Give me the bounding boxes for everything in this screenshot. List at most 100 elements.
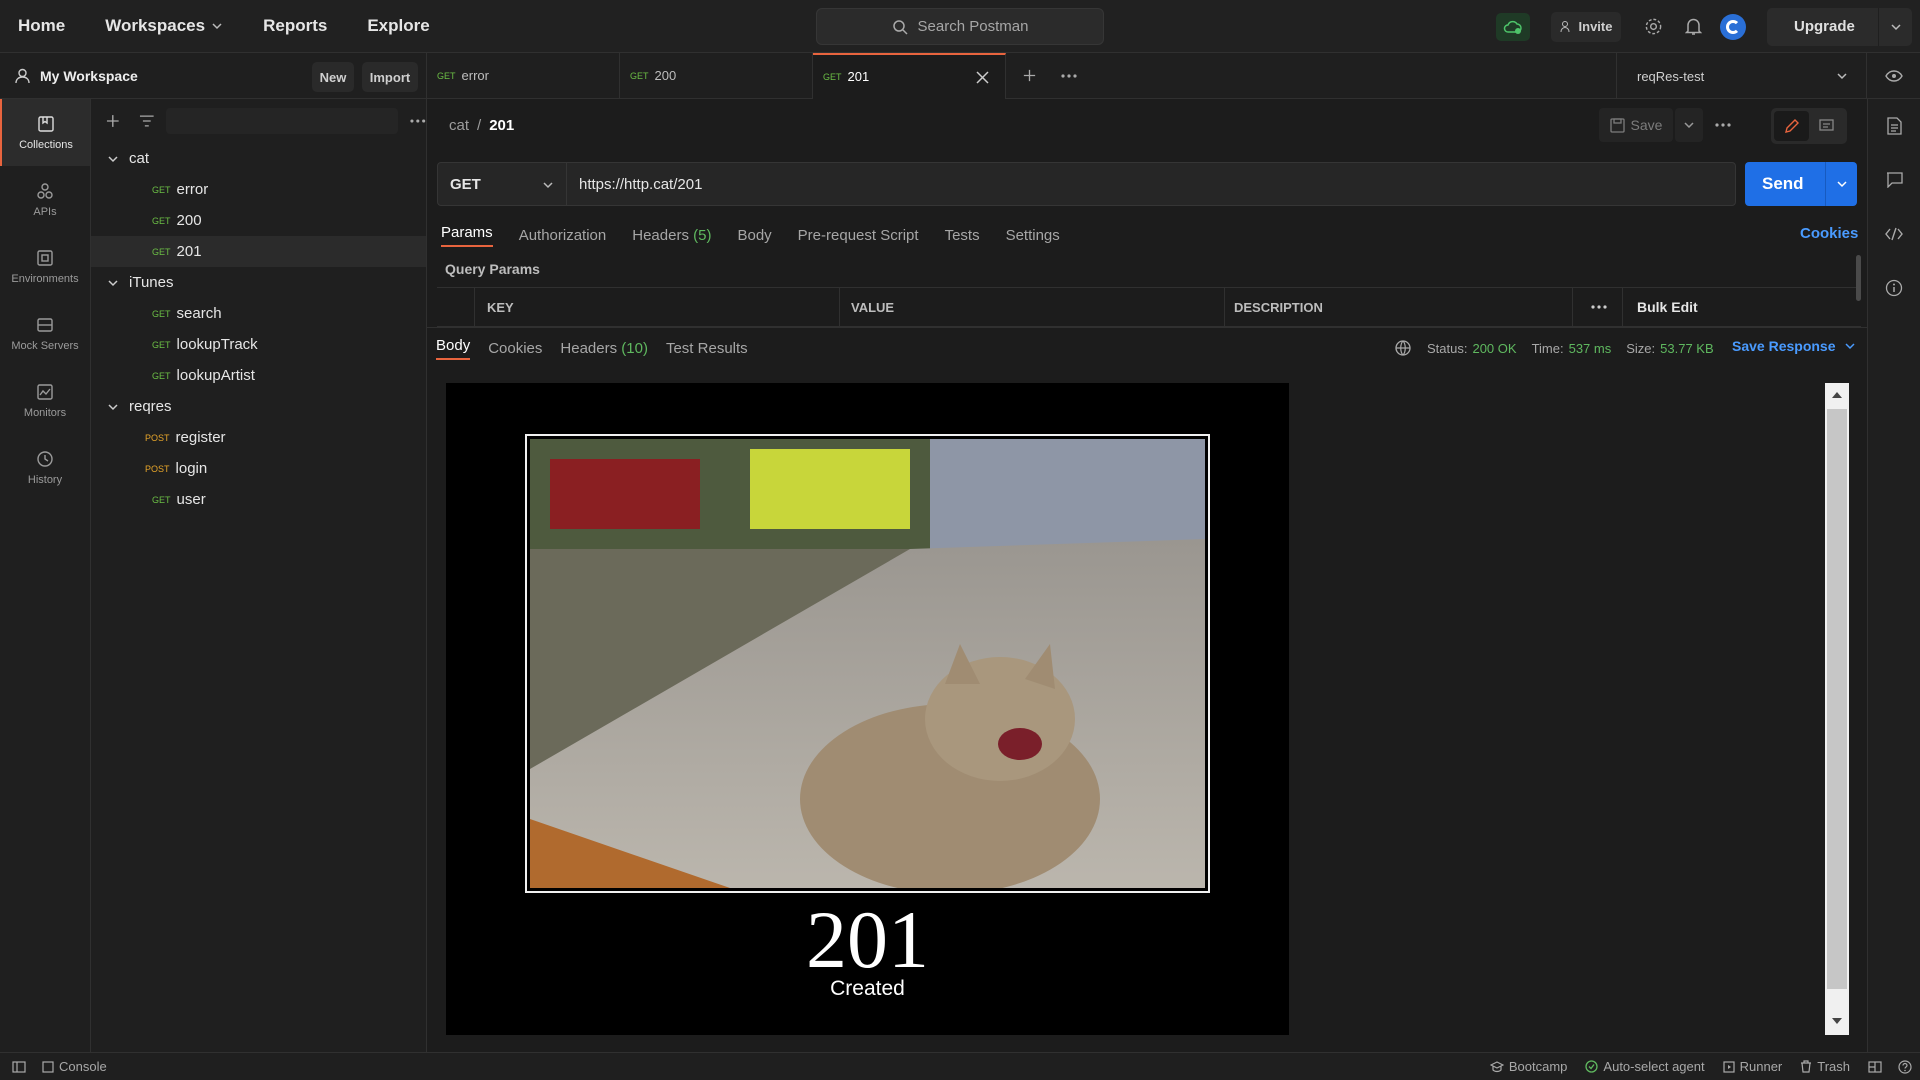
import-button[interactable]: Import bbox=[362, 62, 418, 92]
send-button[interactable]: Send bbox=[1745, 162, 1857, 206]
workspace-name[interactable]: My Workspace bbox=[40, 68, 138, 84]
collection-folder[interactable]: reqres bbox=[91, 391, 426, 422]
request-item[interactable]: GET search bbox=[91, 298, 426, 329]
workspaces-menu[interactable]: Workspaces bbox=[105, 16, 223, 36]
tab-headers[interactable]: Headers (5) bbox=[632, 227, 711, 244]
sync-status-button[interactable] bbox=[1493, 7, 1533, 47]
request-item[interactable]: GET user bbox=[91, 484, 426, 515]
view-toggle bbox=[1771, 108, 1847, 144]
response-tab-cookies[interactable]: Cookies bbox=[488, 340, 542, 357]
search-postman-input[interactable]: Search Postman bbox=[816, 8, 1104, 45]
layout-icon[interactable] bbox=[1868, 1060, 1882, 1073]
sidebar-item-monitors[interactable]: Monitors bbox=[0, 367, 90, 434]
status-value[interactable]: 200 OK bbox=[1472, 341, 1516, 356]
console-button[interactable]: Console bbox=[42, 1059, 107, 1074]
request-item[interactable]: GET lookupArtist bbox=[91, 360, 426, 391]
tab-body[interactable]: Body bbox=[737, 227, 771, 244]
new-button[interactable]: New bbox=[312, 62, 354, 92]
response-image: 201 Created bbox=[446, 383, 1289, 1035]
upgrade-button[interactable]: Upgrade bbox=[1767, 7, 1912, 46]
request-name: register bbox=[175, 429, 226, 446]
more-options-icon[interactable] bbox=[1061, 73, 1077, 78]
edit-mode-button[interactable] bbox=[1774, 111, 1809, 141]
comments-button[interactable] bbox=[1868, 153, 1920, 207]
sidebar-item-history[interactable]: History bbox=[0, 434, 90, 501]
invite-button[interactable]: Invite bbox=[1551, 11, 1621, 42]
collection-folder[interactable]: cat bbox=[91, 143, 426, 174]
plus-icon[interactable] bbox=[105, 113, 121, 129]
sidebar-item-mock-servers[interactable]: Mock Servers bbox=[0, 300, 90, 367]
trash-button[interactable]: Trash bbox=[1800, 1059, 1850, 1074]
request-item[interactable]: GET lookupTrack bbox=[91, 329, 426, 360]
avatar-button[interactable] bbox=[1713, 7, 1753, 47]
history-icon bbox=[37, 450, 53, 467]
runner-button[interactable]: Runner bbox=[1723, 1059, 1782, 1074]
environment-quick-look-button[interactable] bbox=[1866, 53, 1920, 99]
tab-tests[interactable]: Tests bbox=[945, 227, 980, 244]
bootcamp-button[interactable]: Bootcamp bbox=[1489, 1059, 1567, 1074]
code-snippet-button[interactable] bbox=[1868, 207, 1920, 261]
bulk-edit-button[interactable]: Bulk Edit bbox=[1637, 299, 1698, 315]
more-options-icon[interactable] bbox=[1715, 123, 1731, 127]
tab-settings[interactable]: Settings bbox=[1006, 227, 1060, 244]
settings-button[interactable] bbox=[1633, 7, 1673, 47]
breadcrumb-collection[interactable]: cat bbox=[449, 117, 469, 134]
explore-link[interactable]: Explore bbox=[367, 16, 429, 36]
toggle-sidebar-icon[interactable] bbox=[12, 1060, 26, 1073]
send-dropdown[interactable] bbox=[1825, 162, 1857, 206]
request-item[interactable]: POST login bbox=[91, 453, 426, 484]
globe-icon[interactable] bbox=[1394, 339, 1412, 357]
plus-icon[interactable] bbox=[1022, 68, 1037, 83]
collection-folder[interactable]: iTunes bbox=[91, 267, 426, 298]
notifications-button[interactable] bbox=[1673, 7, 1713, 47]
sidebar-item-collections[interactable]: Collections bbox=[0, 99, 90, 166]
more-options-icon[interactable] bbox=[1591, 305, 1607, 309]
request-item-selected[interactable]: GET 201 bbox=[91, 236, 426, 267]
breadcrumb-request[interactable]: 201 bbox=[489, 117, 514, 134]
auto-select-agent-button[interactable]: Auto-select agent bbox=[1585, 1059, 1705, 1074]
scroll-down-icon[interactable] bbox=[1831, 1017, 1843, 1025]
agent-label: Auto-select agent bbox=[1603, 1059, 1705, 1074]
tab-pre-request-script[interactable]: Pre-request Script bbox=[798, 227, 919, 244]
time-value[interactable]: 537 ms bbox=[1569, 341, 1612, 356]
request-tab[interactable]: GET error bbox=[427, 52, 620, 99]
code-icon bbox=[1885, 227, 1903, 241]
reports-link[interactable]: Reports bbox=[263, 16, 327, 36]
collection-filter-input[interactable] bbox=[166, 108, 399, 134]
request-tab-active[interactable]: GET 201 bbox=[813, 52, 1006, 99]
info-button[interactable] bbox=[1868, 261, 1920, 315]
close-icon[interactable] bbox=[976, 70, 989, 84]
scroll-up-icon[interactable] bbox=[1831, 391, 1843, 399]
response-tab-test-results[interactable]: Test Results bbox=[666, 340, 748, 357]
environment-selector[interactable]: reqRes-test bbox=[1616, 53, 1866, 99]
sidebar-item-environments[interactable]: Environments bbox=[0, 233, 90, 300]
help-icon[interactable] bbox=[1898, 1059, 1912, 1074]
upgrade-dropdown[interactable] bbox=[1878, 7, 1912, 46]
cookies-link[interactable]: Cookies bbox=[1800, 225, 1858, 242]
request-item[interactable]: GET error bbox=[91, 174, 426, 205]
tab-authorization[interactable]: Authorization bbox=[519, 227, 607, 244]
response-scrollbar[interactable] bbox=[1825, 383, 1849, 1035]
save-dropdown[interactable] bbox=[1675, 108, 1703, 142]
more-options-icon[interactable] bbox=[410, 119, 426, 123]
save-response-button[interactable]: Save Response bbox=[1732, 338, 1856, 354]
response-tab-body[interactable]: Body bbox=[436, 337, 471, 360]
response-tab-headers[interactable]: Headers (10) bbox=[560, 340, 648, 357]
request-name: search bbox=[176, 305, 222, 322]
home-link[interactable]: Home bbox=[18, 16, 65, 36]
request-pane-scrollbar[interactable] bbox=[1856, 255, 1861, 301]
url-input[interactable]: https://http.cat/201 bbox=[566, 162, 1736, 206]
size-value[interactable]: 53.77 KB bbox=[1660, 341, 1714, 356]
filter-icon[interactable] bbox=[139, 114, 155, 128]
request-tab[interactable]: GET 200 bbox=[620, 52, 813, 99]
save-label: Save bbox=[1630, 117, 1663, 133]
tab-params[interactable]: Params bbox=[441, 224, 493, 247]
documentation-button[interactable] bbox=[1868, 99, 1920, 153]
documentation-mode-button[interactable] bbox=[1809, 111, 1844, 141]
save-button[interactable]: Save bbox=[1599, 108, 1673, 142]
method-select[interactable]: GET bbox=[437, 162, 567, 206]
tab-method: GET bbox=[630, 70, 649, 81]
request-item[interactable]: POST register bbox=[91, 422, 426, 453]
sidebar-item-apis[interactable]: APIs bbox=[0, 166, 90, 233]
request-item[interactable]: GET 200 bbox=[91, 205, 426, 236]
